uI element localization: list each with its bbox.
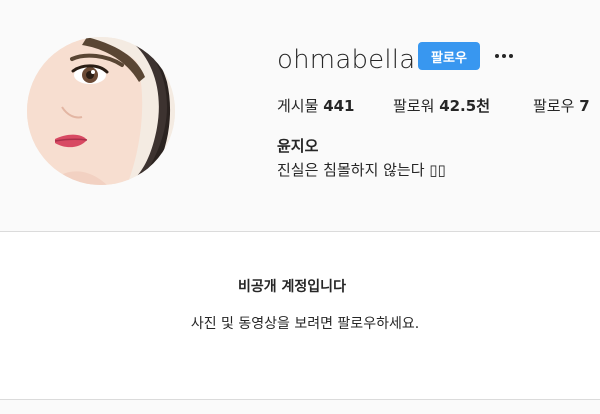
profile-username: ohmabella: [277, 45, 416, 75]
stat-followers-count: 42.5천: [439, 97, 490, 115]
stat-followers-label: 팔로워: [393, 97, 435, 115]
more-horizontal-icon[interactable]: [494, 44, 514, 68]
stat-following-label: 팔로우: [533, 97, 575, 115]
avatar[interactable]: [27, 37, 175, 185]
stat-followers[interactable]: 팔로워 42.5천: [393, 95, 490, 116]
private-account-title: 비공개 계정입니다: [238, 279, 346, 295]
profile-header: ohmabella 팔로우 게시물 441 팔로워 42.5천 팔로우 7 윤지…: [0, 0, 600, 230]
stat-following-count: 7: [579, 97, 590, 115]
stat-posts-count: 441: [323, 97, 355, 115]
stat-posts-label: 게시물: [277, 97, 319, 115]
private-account-notice: 비공개 계정입니다 사진 및 동영상을 보려면 팔로우하세요.: [0, 231, 600, 400]
follow-button[interactable]: 팔로우: [418, 42, 480, 70]
stat-posts: 게시물 441: [277, 95, 355, 116]
private-account-description: 사진 및 동영상을 보려면 팔로우하세요.: [190, 316, 420, 332]
profile-page: ohmabella 팔로우 게시물 441 팔로워 42.5천 팔로우 7 윤지…: [0, 0, 600, 414]
profile-full-name: 윤지오: [277, 137, 319, 155]
avatar-illustration: [27, 37, 175, 185]
profile-bio: 진실은 침몰하지 않는다 ▯▯: [277, 161, 446, 179]
more-dots-graphic: [495, 54, 513, 58]
stat-following[interactable]: 팔로우 7: [533, 95, 590, 116]
